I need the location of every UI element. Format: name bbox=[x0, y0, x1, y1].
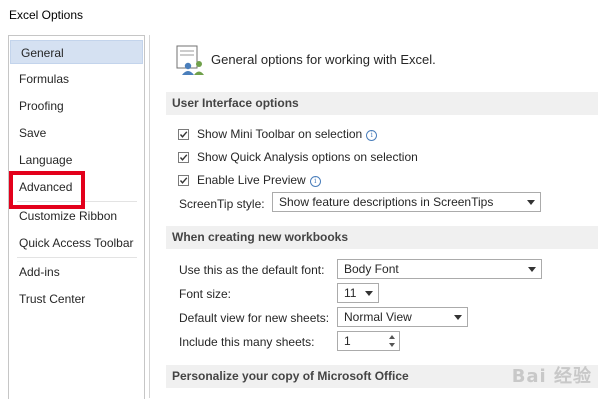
chevron-down-icon bbox=[454, 315, 462, 320]
sheets-count-value: 1 bbox=[344, 334, 351, 348]
info-icon[interactable]: i bbox=[366, 130, 378, 141]
sheets-count-stepper[interactable]: 1 bbox=[337, 331, 400, 351]
watermark-logo: Bai 经验 bbox=[511, 366, 592, 387]
title-bar: Excel Options bbox=[0, 0, 598, 30]
spin-up-icon[interactable] bbox=[389, 335, 395, 339]
quick-analysis-label: Show Quick Analysis options on selection bbox=[197, 150, 418, 164]
chevron-down-icon bbox=[365, 291, 373, 296]
sidebar: General Formulas Proofing Save Language … bbox=[8, 35, 145, 399]
page-header: General options for working with Excel. bbox=[211, 52, 436, 67]
info-icon[interactable]: i bbox=[309, 176, 321, 187]
sidebar-item-formulas[interactable]: Formulas bbox=[9, 67, 144, 91]
quick-analysis-checkbox[interactable] bbox=[178, 152, 189, 163]
mini-toolbar-label: Show Mini Toolbar on selection i bbox=[197, 127, 378, 141]
highlight-annotation-box bbox=[9, 171, 85, 209]
screentip-style-label: ScreenTip style: bbox=[179, 197, 265, 211]
mini-toolbar-text: Show Mini Toolbar on selection bbox=[197, 127, 363, 141]
sidebar-divider bbox=[17, 257, 137, 258]
sidebar-item-general[interactable]: General bbox=[10, 40, 143, 64]
sidebar-item-proofing[interactable]: Proofing bbox=[9, 94, 144, 118]
screentip-style-value: Show feature descriptions in ScreenTips bbox=[279, 195, 494, 209]
sidebar-item-quick-access-toolbar[interactable]: Quick Access Toolbar bbox=[9, 231, 144, 255]
sidebar-item-trust-center[interactable]: Trust Center bbox=[9, 287, 144, 311]
main-panel: General options for working with Excel. … bbox=[150, 30, 598, 398]
font-size-select[interactable]: 11 bbox=[337, 283, 379, 303]
default-font-value: Body Font bbox=[344, 262, 399, 276]
spin-down-icon[interactable] bbox=[389, 343, 395, 347]
chevron-down-icon bbox=[527, 200, 535, 205]
font-size-label: Font size: bbox=[179, 287, 232, 301]
default-view-value: Normal View bbox=[344, 310, 412, 324]
screentip-style-select[interactable]: Show feature descriptions in ScreenTips bbox=[272, 192, 541, 212]
default-view-label: Default view for new sheets: bbox=[179, 311, 330, 325]
sheets-count-label: Include this many sheets: bbox=[179, 335, 315, 349]
live-preview-checkbox[interactable] bbox=[178, 175, 189, 186]
live-preview-text: Enable Live Preview bbox=[197, 173, 306, 187]
section-ui-options: User Interface options bbox=[166, 92, 598, 115]
mini-toolbar-checkbox[interactable] bbox=[178, 129, 189, 140]
general-options-icon bbox=[174, 44, 206, 76]
sidebar-item-save[interactable]: Save bbox=[9, 121, 144, 145]
font-size-value: 11 bbox=[344, 286, 357, 300]
default-font-label: Use this as the default font: bbox=[179, 263, 325, 277]
live-preview-label: Enable Live Preview i bbox=[197, 173, 321, 187]
chevron-down-icon bbox=[528, 267, 536, 272]
default-font-select[interactable]: Body Font bbox=[337, 259, 542, 279]
sidebar-item-add-ins[interactable]: Add-ins bbox=[9, 260, 144, 284]
window-title: Excel Options bbox=[9, 8, 84, 22]
default-view-select[interactable]: Normal View bbox=[337, 307, 468, 327]
sidebar-item-language[interactable]: Language bbox=[9, 148, 144, 172]
section-new-workbooks: When creating new workbooks bbox=[166, 226, 598, 249]
